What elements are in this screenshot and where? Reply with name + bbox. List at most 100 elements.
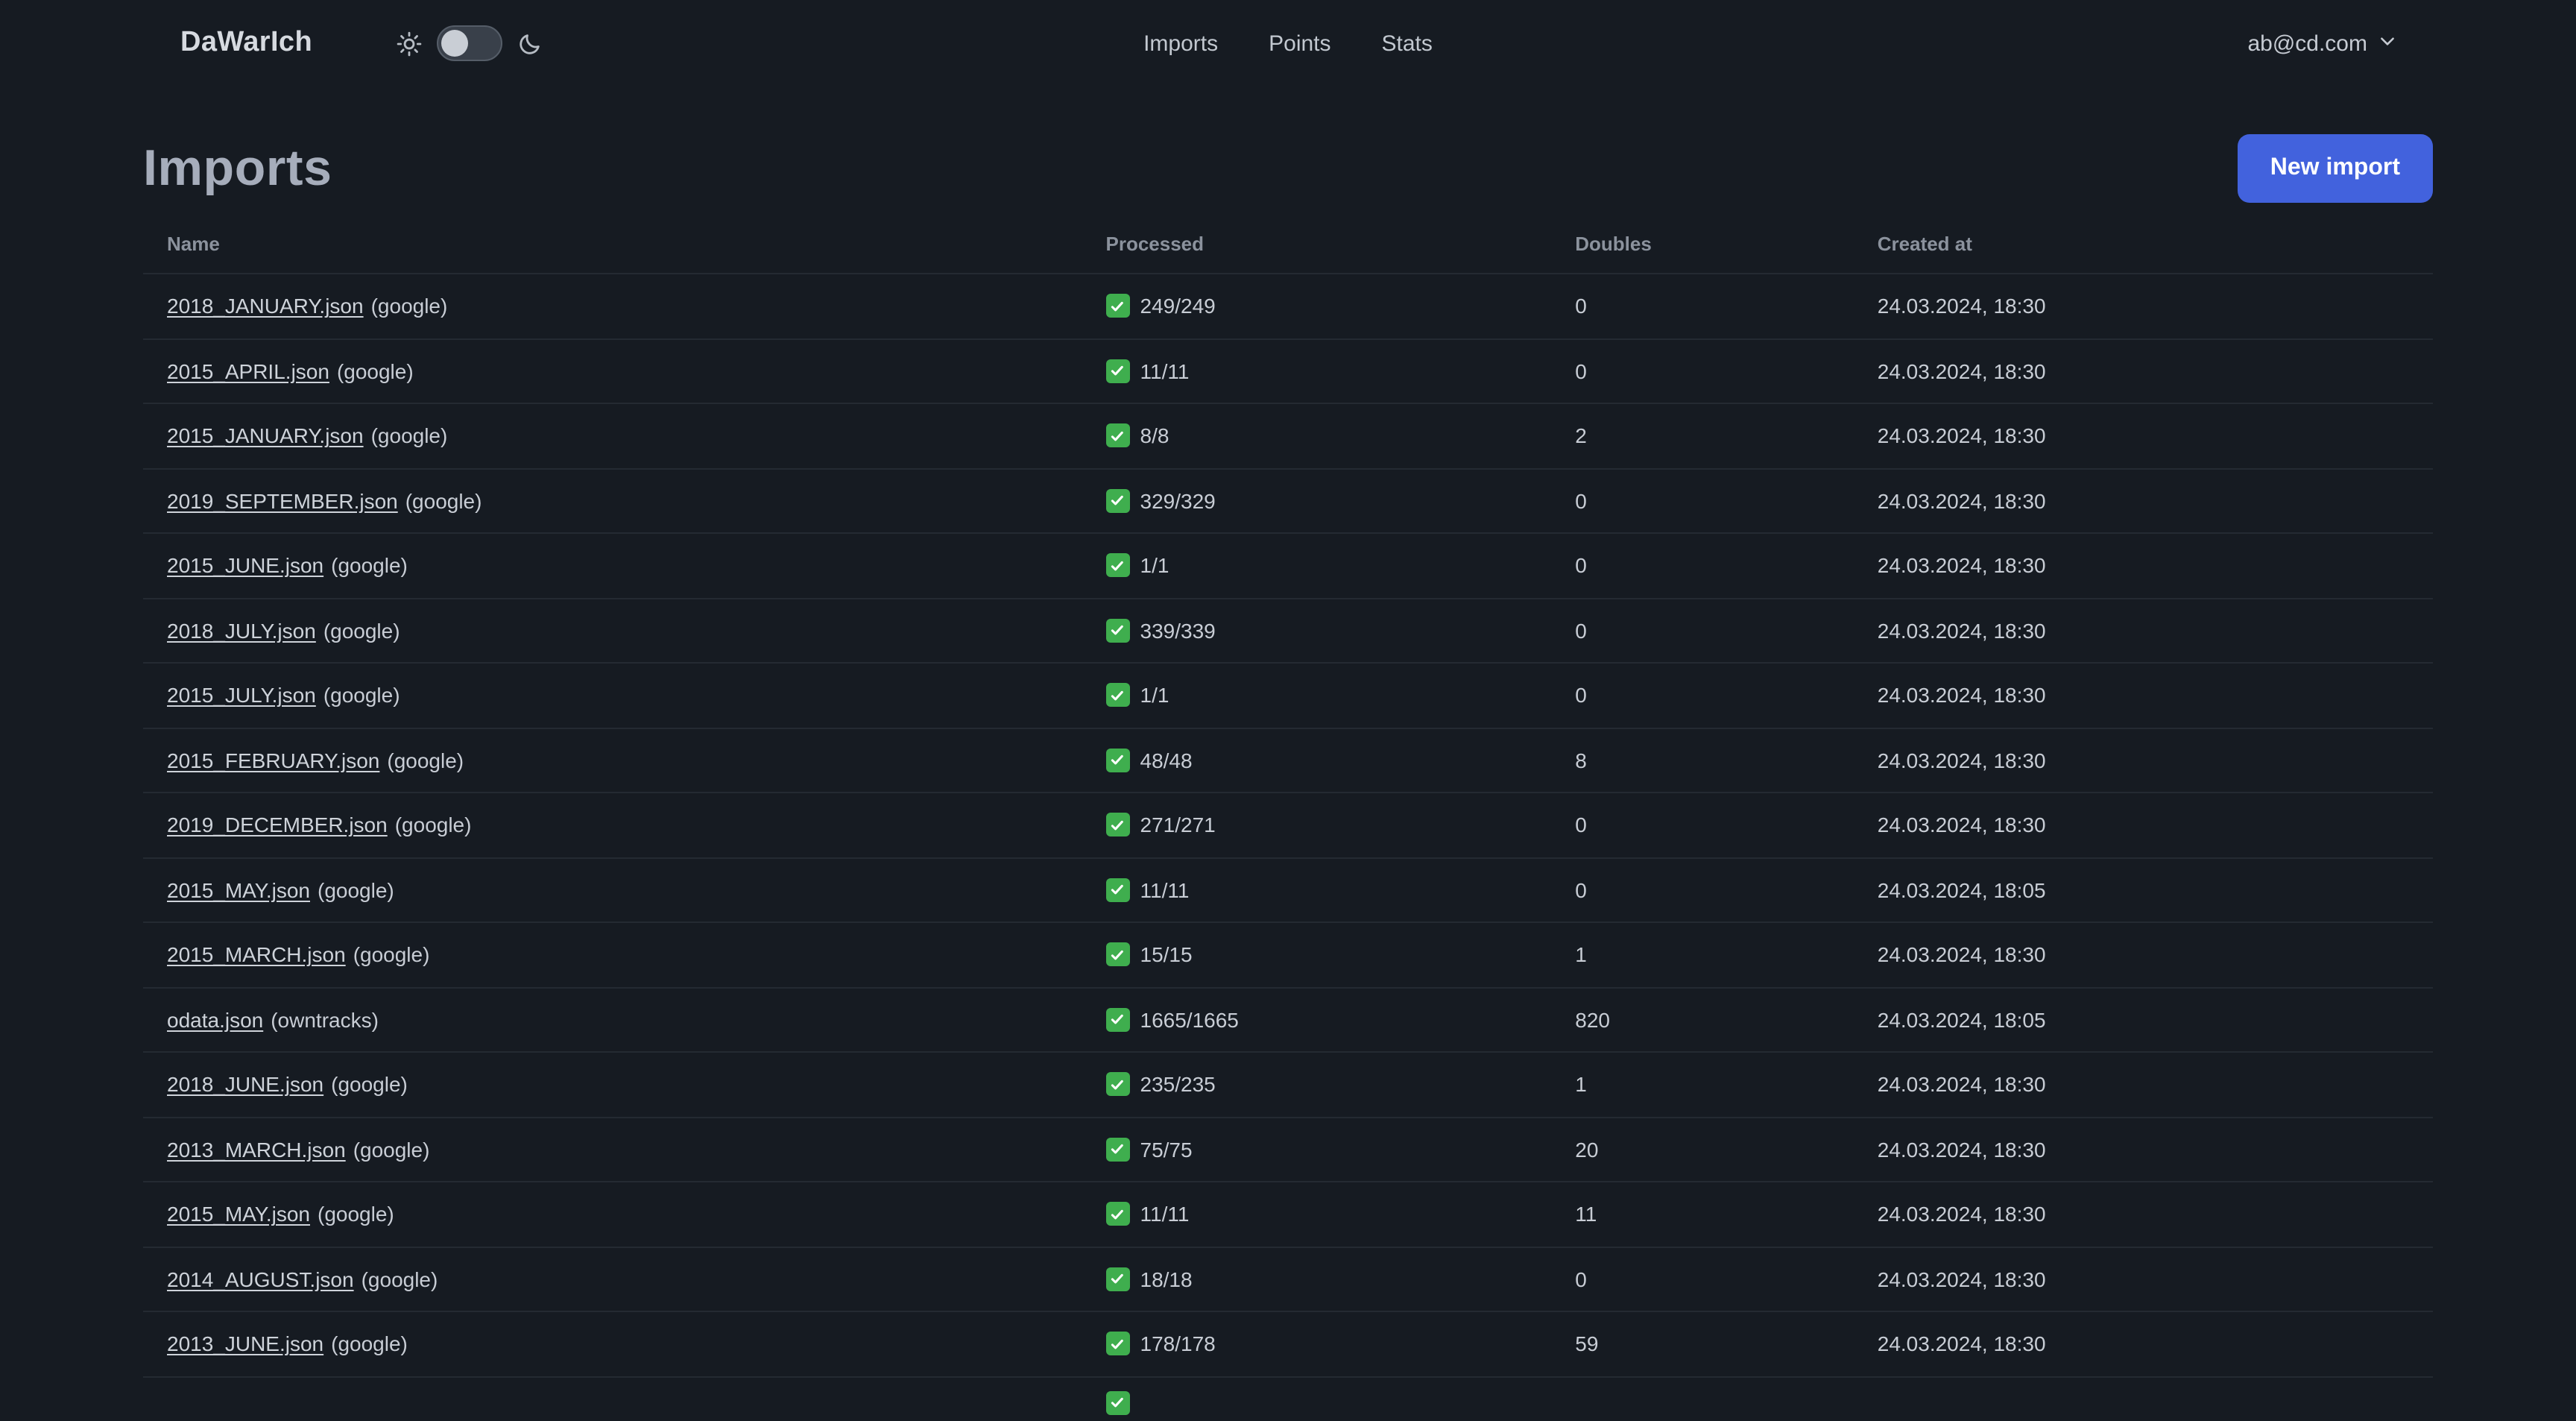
import-file-link[interactable]: 2019_SEPTEMBER.json bbox=[167, 489, 398, 513]
import-file-link[interactable]: 2019_DECEMBER.json bbox=[167, 813, 388, 837]
created-at: 24.03.2024, 18:30 bbox=[1853, 533, 2433, 599]
chevron-down-icon bbox=[2378, 31, 2397, 56]
import-file-link[interactable]: 2018_JANUARY.json bbox=[167, 294, 364, 318]
import-source-label: (google) bbox=[331, 1332, 408, 1356]
success-check-icon bbox=[1105, 359, 1130, 382]
import-source-label: (google) bbox=[370, 294, 448, 318]
import-file-link[interactable]: 2014_AUGUST.json bbox=[167, 1267, 354, 1291]
success-check-icon bbox=[1105, 294, 1130, 318]
doubles-count: 59 bbox=[1551, 1311, 1854, 1377]
created-at: 24.03.2024, 18:30 bbox=[1853, 1117, 2433, 1182]
user-menu[interactable]: ab@cd.com bbox=[2247, 31, 2397, 56]
created-at: 24.03.2024, 18:30 bbox=[1853, 338, 2433, 404]
import-file-link[interactable]: 2015_APRIL.json bbox=[167, 359, 329, 383]
doubles-count: 20 bbox=[1551, 1117, 1854, 1182]
theme-switcher bbox=[396, 25, 542, 61]
table-row: 2013_MARCH.json (google) 75/75 20 24.03.2… bbox=[143, 1117, 2433, 1182]
created-at: 24.03.2024, 18:30 bbox=[1853, 793, 2433, 858]
import-file-link[interactable]: 2015_MAY.json bbox=[167, 878, 310, 902]
doubles-count: 1 bbox=[1551, 922, 1854, 988]
doubles-count: 0 bbox=[1551, 598, 1854, 664]
nav-link-stats[interactable]: Stats bbox=[1382, 31, 1433, 56]
doubles-count: 0 bbox=[1551, 663, 1854, 728]
table-row: 2019_SEPTEMBER.json (google) 329/329 0 24… bbox=[143, 468, 2433, 534]
processed-count: 48/48 bbox=[1140, 748, 1193, 772]
success-check-icon bbox=[1105, 683, 1130, 707]
import-source-label: (google) bbox=[353, 1137, 430, 1162]
theme-toggle[interactable] bbox=[436, 25, 502, 61]
import-file-link[interactable]: 2013_JUNE.json bbox=[167, 1332, 323, 1356]
new-import-button[interactable]: New import bbox=[2237, 134, 2433, 203]
created-at: 24.03.2024, 18:30 bbox=[1853, 1311, 2433, 1377]
sun-icon bbox=[396, 31, 421, 56]
doubles-count: 11 bbox=[1551, 1182, 1854, 1247]
import-source-label: (google) bbox=[387, 748, 464, 772]
imports-table: Name Processed Doubles Created at 2018_J… bbox=[143, 215, 2433, 1421]
import-file-link[interactable]: 2015_FEBRUARY.json bbox=[167, 749, 379, 772]
moon-icon bbox=[517, 31, 542, 56]
success-check-icon bbox=[1105, 488, 1130, 512]
table-row: 2015_JANUARY.json (google) 8/8 2 24.03.20… bbox=[143, 403, 2433, 469]
doubles-count: 0 bbox=[1551, 533, 1854, 599]
import-source-label: (google) bbox=[323, 683, 400, 708]
theme-toggle-knob bbox=[441, 30, 468, 57]
import-source-label: (google) bbox=[323, 618, 400, 643]
created-at: 24.03.2024, 18:30 bbox=[1853, 663, 2433, 728]
import-source-label: (google) bbox=[331, 553, 408, 578]
table-row: 2014_AUGUST.json (google) 18/18 0 24.03.2… bbox=[143, 1247, 2433, 1312]
import-source-label: (google) bbox=[361, 1267, 438, 1291]
import-file-link[interactable]: 2015_JULY.json bbox=[167, 684, 316, 708]
processed-count: 339/339 bbox=[1140, 618, 1216, 642]
doubles-count: 0 bbox=[1551, 793, 1854, 858]
doubles-count: 0 bbox=[1551, 1247, 1854, 1312]
processed-count: 1665/1665 bbox=[1140, 1007, 1239, 1031]
import-source-label: (google) bbox=[405, 488, 482, 513]
created-at: 24.03.2024, 18:05 bbox=[1853, 857, 2433, 923]
import-file-link[interactable]: 2015_JUNE.json bbox=[167, 554, 323, 578]
created-at: 24.03.2024, 18:30 bbox=[1853, 1182, 2433, 1247]
import-file-link[interactable]: 2013_MARCH.json bbox=[167, 1138, 346, 1162]
table-row: odata.json (owntracks) 1665/1665 820 24.0… bbox=[143, 987, 2433, 1053]
import-file-link[interactable]: 2015_MARCH.json bbox=[167, 943, 346, 967]
created-at: 24.03.2024, 18:30 bbox=[1853, 403, 2433, 469]
success-check-icon bbox=[1105, 1390, 1130, 1414]
success-check-icon bbox=[1105, 423, 1130, 447]
import-source-label: (google) bbox=[318, 1202, 394, 1226]
processed-count: 15/15 bbox=[1140, 942, 1193, 966]
created-at: 24.03.2024, 18:05 bbox=[1853, 987, 2433, 1053]
processed-count: 271/271 bbox=[1140, 813, 1216, 836]
doubles-count: 1 bbox=[1551, 1052, 1854, 1118]
table-row: 2015_MARCH.json (google) 15/15 1 24.03.20… bbox=[143, 922, 2433, 988]
doubles-count: 820 bbox=[1551, 987, 1854, 1053]
created-at: 24.03.2024, 18:30 bbox=[1853, 1052, 2433, 1118]
column-header-doubles: Doubles bbox=[1551, 215, 1854, 274]
processed-count: 8/8 bbox=[1140, 423, 1169, 447]
table-row: 2018_JULY.json (google) 339/339 0 24.03.2… bbox=[143, 598, 2433, 664]
processed-count: 11/11 bbox=[1140, 359, 1190, 382]
success-check-icon bbox=[1105, 618, 1130, 642]
import-file-link[interactable]: 2015_JANUARY.json bbox=[167, 424, 364, 448]
import-file-link[interactable]: 2018_JUNE.json bbox=[167, 1073, 323, 1097]
import-source-label: (google) bbox=[394, 813, 472, 837]
main-nav: Imports Points Stats bbox=[1143, 31, 1433, 56]
import-file-link[interactable]: odata.json bbox=[167, 1008, 263, 1032]
created-at: 24.03.2024, 18:30 bbox=[1853, 598, 2433, 664]
doubles-count: 0 bbox=[1551, 338, 1854, 404]
brand-logo[interactable]: DaWarIch bbox=[180, 27, 312, 60]
import-file-link[interactable]: 2018_JULY.json bbox=[167, 619, 316, 643]
nav-link-points[interactable]: Points bbox=[1269, 31, 1330, 56]
table-row: 2015_JULY.json (google) 1/1 0 24.03.2024,… bbox=[143, 663, 2433, 728]
success-check-icon bbox=[1105, 1007, 1130, 1031]
doubles-count: 8 bbox=[1551, 728, 1854, 793]
success-check-icon bbox=[1105, 1202, 1130, 1226]
table-row: 2019_DECEMBER.json (google) 271/271 0 24.… bbox=[143, 793, 2433, 858]
processed-count: 249/249 bbox=[1140, 294, 1216, 318]
table-row: 2015_MAY.json (google) 11/11 0 24.03.2024… bbox=[143, 857, 2433, 923]
import-source-label: (google) bbox=[331, 1072, 408, 1097]
table-row: 2015_FEBRUARY.json (google) 48/48 8 24.03… bbox=[143, 728, 2433, 793]
created-at: 24.03.2024, 18:30 bbox=[1853, 728, 2433, 793]
table-row: 2018_JUNE.json (google) 235/235 1 24.03.2… bbox=[143, 1052, 2433, 1118]
processed-count: 11/11 bbox=[1140, 878, 1190, 901]
nav-link-imports[interactable]: Imports bbox=[1143, 31, 1218, 56]
import-file-link[interactable]: 2015_MAY.json bbox=[167, 1203, 310, 1226]
